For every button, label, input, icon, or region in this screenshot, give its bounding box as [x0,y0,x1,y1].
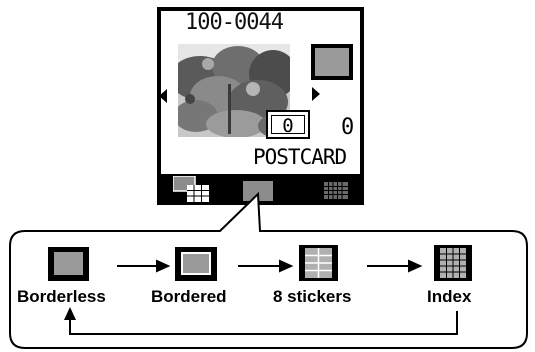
layout-label-8-stickers: 8 stickers [273,287,352,306]
layout-label-index: Index [427,287,472,306]
borderless-icon [48,247,89,281]
stickers-icon [299,245,338,281]
index-icon [434,245,472,281]
bordered-icon [175,247,217,281]
layout-label-borderless: Borderless [17,287,106,306]
layout-label-bordered: Bordered [151,287,227,306]
